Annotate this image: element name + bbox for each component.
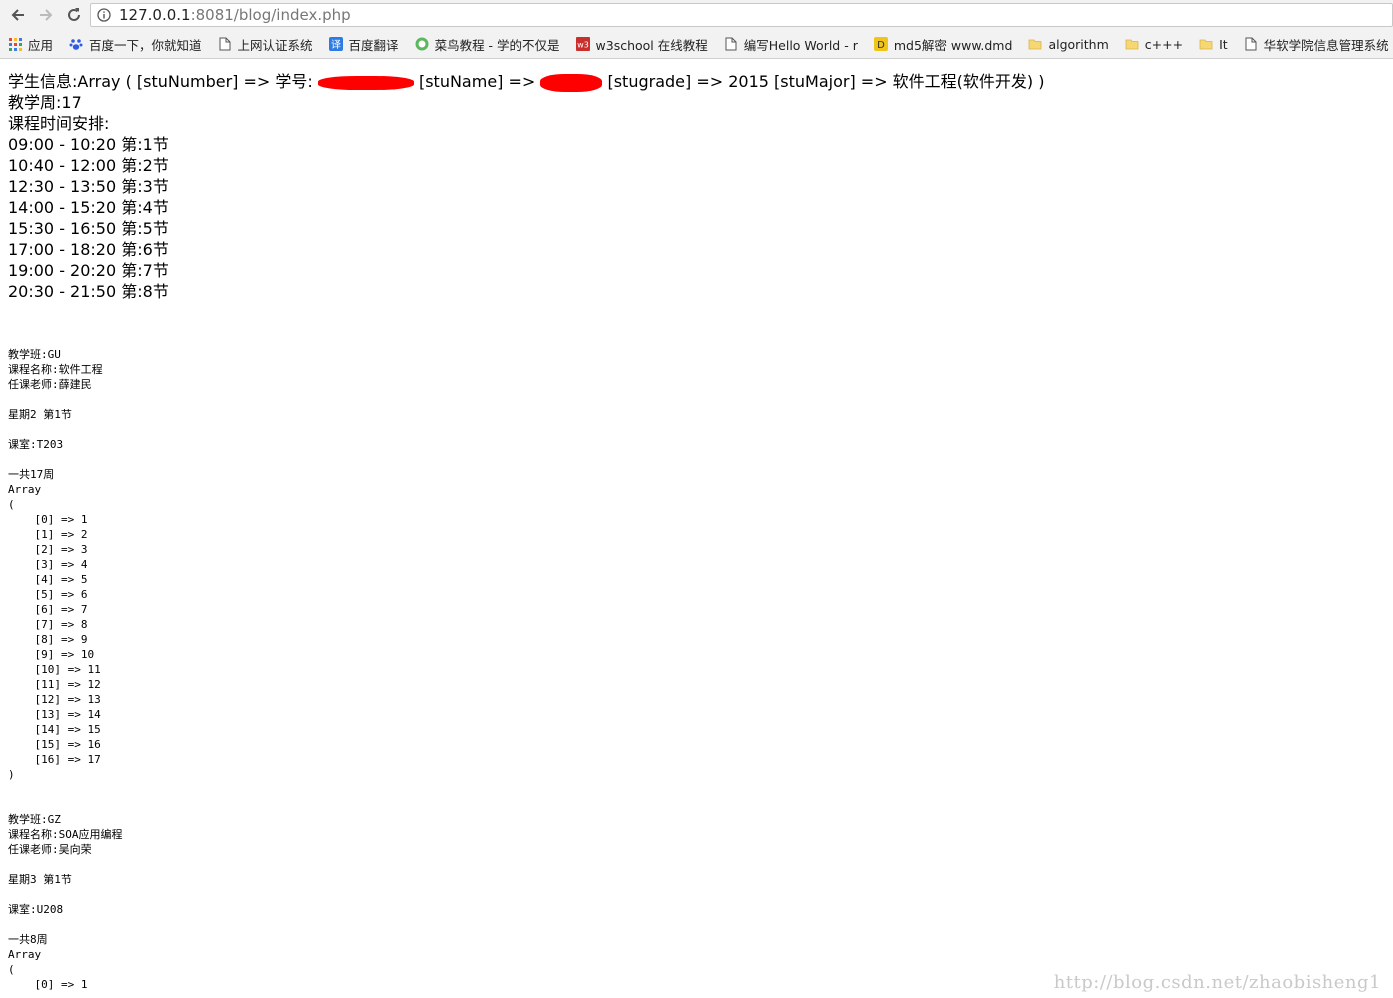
schedule-item: 09:00 - 10:20 第:1节 — [8, 135, 169, 154]
bookmark-label: c+++ — [1144, 36, 1184, 52]
folder-icon — [1028, 37, 1042, 51]
schedule-item: 10:40 - 12:00 第:2节 — [8, 156, 169, 175]
apps-grid-icon — [8, 37, 22, 51]
schedule-title: 课程时间安排: — [8, 114, 110, 133]
bookmark-baidu[interactable]: 百度一下，你就知道 — [69, 35, 202, 54]
page-content: 学生信息:Array ( [stuNumber] => 学号: [stuName… — [0, 59, 1393, 998]
svg-text:译: 译 — [331, 39, 341, 51]
info-icon[interactable] — [97, 8, 111, 22]
bookmark-label: 华软学院信息管理系统 — [1263, 37, 1389, 53]
reload-button[interactable] — [62, 3, 86, 27]
bookmark-hs-system[interactable]: 华软学院信息管理系统 — [1244, 35, 1389, 54]
forward-arrow-icon — [40, 9, 53, 21]
bookmark-label: w3school 在线教程 — [595, 37, 708, 53]
address-host: 127.0.0.1 — [119, 6, 191, 24]
reload-icon — [68, 8, 80, 21]
bookmark-apps[interactable]: 应用 — [8, 35, 53, 54]
back-arrow-icon — [11, 9, 24, 21]
student-info-mid: [stuName] => — [413, 72, 541, 91]
bookmark-label: md5解密 www.dmd — [893, 37, 1013, 53]
page-icon — [218, 37, 232, 51]
bookmark-w3school[interactable]: w3 w3school 在线教程 — [575, 35, 708, 54]
folder-icon — [1199, 37, 1213, 51]
bookmark-label: 上网认证系统 — [237, 37, 313, 53]
redaction-mark — [540, 73, 603, 92]
forward-button[interactable] — [34, 3, 58, 27]
browser-chrome: 127.0.0.1:8081/blog/index.php 应用 百度一下，你就… — [0, 0, 1393, 59]
schedule-item: 15:30 - 16:50 第:5节 — [8, 219, 169, 238]
schedule-item: 12:30 - 13:50 第:3节 — [8, 177, 169, 196]
bookmark-label: 应用 — [28, 37, 54, 53]
student-info-prefix: 学生信息:Array ( [stuNumber] => 学号: — [8, 72, 318, 91]
redaction-mark — [317, 75, 414, 90]
bookmark-auth[interactable]: 上网认证系统 — [218, 35, 313, 54]
bookmark-folder-algorithm[interactable]: algorithm — [1028, 36, 1109, 52]
bookmark-label: 菜鸟教程 - 学的不仅是 — [434, 37, 560, 53]
bookmark-label: 百度一下，你就知道 — [89, 37, 202, 53]
bookmark-label: 百度翻译 — [348, 37, 399, 53]
bookmark-label: algorithm — [1048, 36, 1109, 52]
translate-icon: 译 — [328, 37, 343, 51]
baidu-paw-icon — [69, 37, 83, 51]
student-info-suffix: [stugrade] => 2015 [stuMajor] => 软件工程(软件… — [602, 72, 1045, 91]
folder-icon — [1125, 37, 1139, 51]
watermark-text: http://blog.csdn.net/zhaobisheng1 — [1053, 972, 1381, 993]
svg-text:w3: w3 — [577, 41, 589, 50]
browser-toolbar: 127.0.0.1:8081/blog/index.php — [0, 0, 1393, 30]
bookmark-hello-world[interactable]: 编写Hello World - r — [724, 35, 858, 54]
bookmark-label: 编写Hello World - r — [743, 37, 858, 53]
bookmark-md5[interactable]: D md5解密 www.dmd — [873, 35, 1013, 54]
address-bar[interactable]: 127.0.0.1:8081/blog/index.php — [90, 3, 1393, 27]
bookmark-folder-it[interactable]: It — [1199, 37, 1228, 52]
schedule-list: 09:00 - 10:20 第:1节 10:40 - 12:00 第:2节 12… — [8, 134, 1385, 302]
page-icon — [1244, 37, 1258, 51]
schedule-item: 19:00 - 20:20 第:7节 — [8, 261, 169, 280]
bookmarks-bar: 应用 百度一下，你就知道 上网认证系统 译 百度翻译 菜鸟教程 - 学的不仅是 — [0, 30, 1393, 58]
course-dump-output: 教学班:GU 课程名称:软件工程 任课老师:薛建民 星期2 第1节 课室:T20… — [8, 348, 123, 991]
bookmark-runoob[interactable]: 菜鸟教程 - 学的不仅是 — [415, 35, 560, 54]
schedule-item: 17:00 - 18:20 第:6节 — [8, 240, 169, 259]
schedule-item: 20:30 - 21:50 第:8节 — [8, 282, 169, 301]
bookmark-baidu-translate[interactable]: 译 百度翻译 — [328, 35, 399, 54]
teaching-week: 教学周:17 — [8, 93, 82, 112]
bookmark-label: It — [1219, 36, 1228, 52]
address-path: :8081/blog/index.php — [190, 6, 351, 24]
bookmark-folder-cpp[interactable]: c+++ — [1125, 37, 1183, 52]
back-button[interactable] — [6, 3, 30, 27]
svg-text:D: D — [877, 40, 885, 51]
d-badge-icon: D — [873, 37, 888, 51]
runoob-icon — [415, 37, 429, 51]
w3-icon: w3 — [575, 37, 590, 51]
student-info-line: 学生信息:Array ( [stuNumber] => 学号: [stuName… — [8, 71, 1385, 92]
page-icon — [724, 37, 738, 51]
schedule-item: 14:00 - 15:20 第:4节 — [8, 198, 169, 217]
